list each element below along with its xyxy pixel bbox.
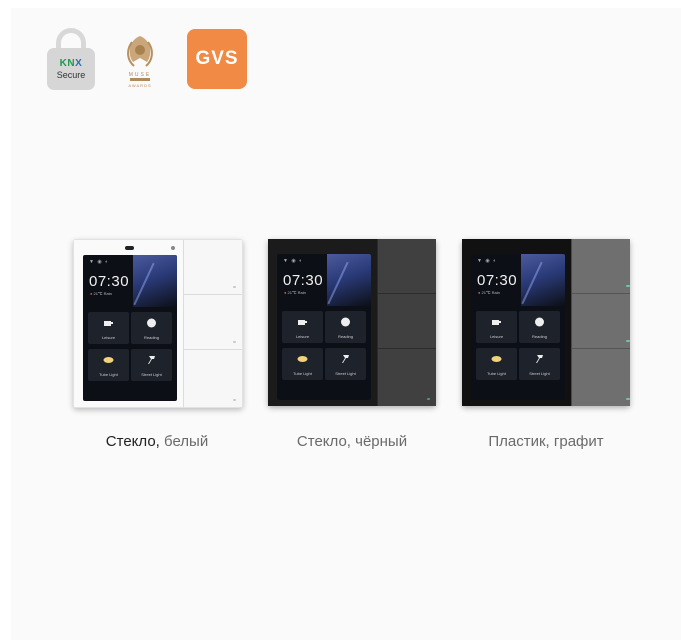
tile-leisure: Leisure xyxy=(88,312,129,344)
panel-key-3 xyxy=(377,349,436,406)
panel-glass-white: ▼ ◉ ◐ 07:30 ● 21℃ Rain Leisure Reading T… xyxy=(73,239,243,408)
panel-key-1 xyxy=(377,239,436,294)
weather-line: ● 21℃ Rain xyxy=(478,290,500,295)
tea-icon xyxy=(298,320,307,325)
panel-key-2 xyxy=(377,294,436,349)
tile-street-light: Street Light xyxy=(519,348,560,380)
panel-key-2 xyxy=(571,294,630,349)
tea-icon xyxy=(492,320,501,325)
gvs-badge: GVS xyxy=(187,29,247,89)
weather-line: ● 21℃ Rain xyxy=(284,290,306,295)
weather-line: ● 21℃ Rain xyxy=(90,291,112,296)
tea-icon xyxy=(104,321,113,326)
clock-time: 07:30 xyxy=(477,272,518,289)
panel-key-2 xyxy=(183,295,242,350)
caption-glass-black: Стекло, чёрный xyxy=(296,433,408,450)
caption-glass-white: Стекло, белый xyxy=(105,433,209,450)
camera-icon xyxy=(125,246,134,250)
tile-reading: Reading xyxy=(519,311,560,343)
book-icon xyxy=(535,317,544,327)
svg-text:MUSE: MUSE xyxy=(129,72,151,78)
tile-leisure: Leisure xyxy=(282,311,323,343)
street-light-icon xyxy=(148,356,155,364)
tile-leisure: Leisure xyxy=(476,311,517,343)
knx-logo: KNX xyxy=(59,58,83,69)
touch-screen: ▼ ◉ ◐ 07:30 ● 21℃ Rain Leisure Reading T… xyxy=(471,254,565,400)
tile-tube-light: Tube Light xyxy=(88,349,129,381)
tile-street-light: Street Light xyxy=(325,348,366,380)
svg-text:AWARDS: AWARDS xyxy=(128,83,151,88)
wifi-icon: ▼ ◉ ◐ xyxy=(89,259,110,265)
tile-tube-light: Tube Light xyxy=(476,348,517,380)
tube-light-icon xyxy=(297,356,308,362)
muse-awards-badge: MUSE AWARDS xyxy=(117,28,163,90)
book-icon xyxy=(147,318,156,328)
wifi-icon: ▼ ◉ ◐ xyxy=(283,258,304,264)
tile-reading: Reading xyxy=(131,312,172,344)
sensor-icon xyxy=(171,246,175,250)
tile-reading: Reading xyxy=(325,311,366,343)
panel-key-1 xyxy=(183,240,242,295)
book-icon xyxy=(341,317,350,327)
panel-glass-black: ▼ ◉ ◐ 07:30 ● 21℃ Rain Leisure Reading T… xyxy=(268,239,436,406)
touch-screen: ▼ ◉ ◐ 07:30 ● 21℃ Rain Leisure Reading T… xyxy=(277,254,371,400)
caption-plastic-graphite: Пластик, графит xyxy=(488,433,604,450)
street-light-icon xyxy=(342,355,349,363)
muse-laurel-icon: MUSE AWARDS xyxy=(117,28,163,90)
panel-key-3 xyxy=(183,350,242,407)
clock-time: 07:30 xyxy=(283,272,324,289)
knx-secure-label: Secure xyxy=(56,70,86,80)
clock-time: 07:30 xyxy=(89,273,130,290)
wifi-icon: ▼ ◉ ◐ xyxy=(477,258,498,264)
tube-light-icon xyxy=(491,356,502,362)
touch-screen: ▼ ◉ ◐ 07:30 ● 21℃ Rain Leisure Reading T… xyxy=(83,255,177,401)
panel-plastic-graphite: ▼ ◉ ◐ 07:30 ● 21℃ Rain Leisure Reading T… xyxy=(462,239,630,406)
street-light-icon xyxy=(536,355,543,363)
panel-key-1 xyxy=(571,239,630,294)
tile-tube-light: Tube Light xyxy=(282,348,323,380)
tile-street-light: Street Light xyxy=(131,349,172,381)
knx-secure-badge: KNX Secure xyxy=(47,28,95,90)
panel-key-3 xyxy=(571,349,630,406)
tube-light-icon xyxy=(103,357,114,363)
